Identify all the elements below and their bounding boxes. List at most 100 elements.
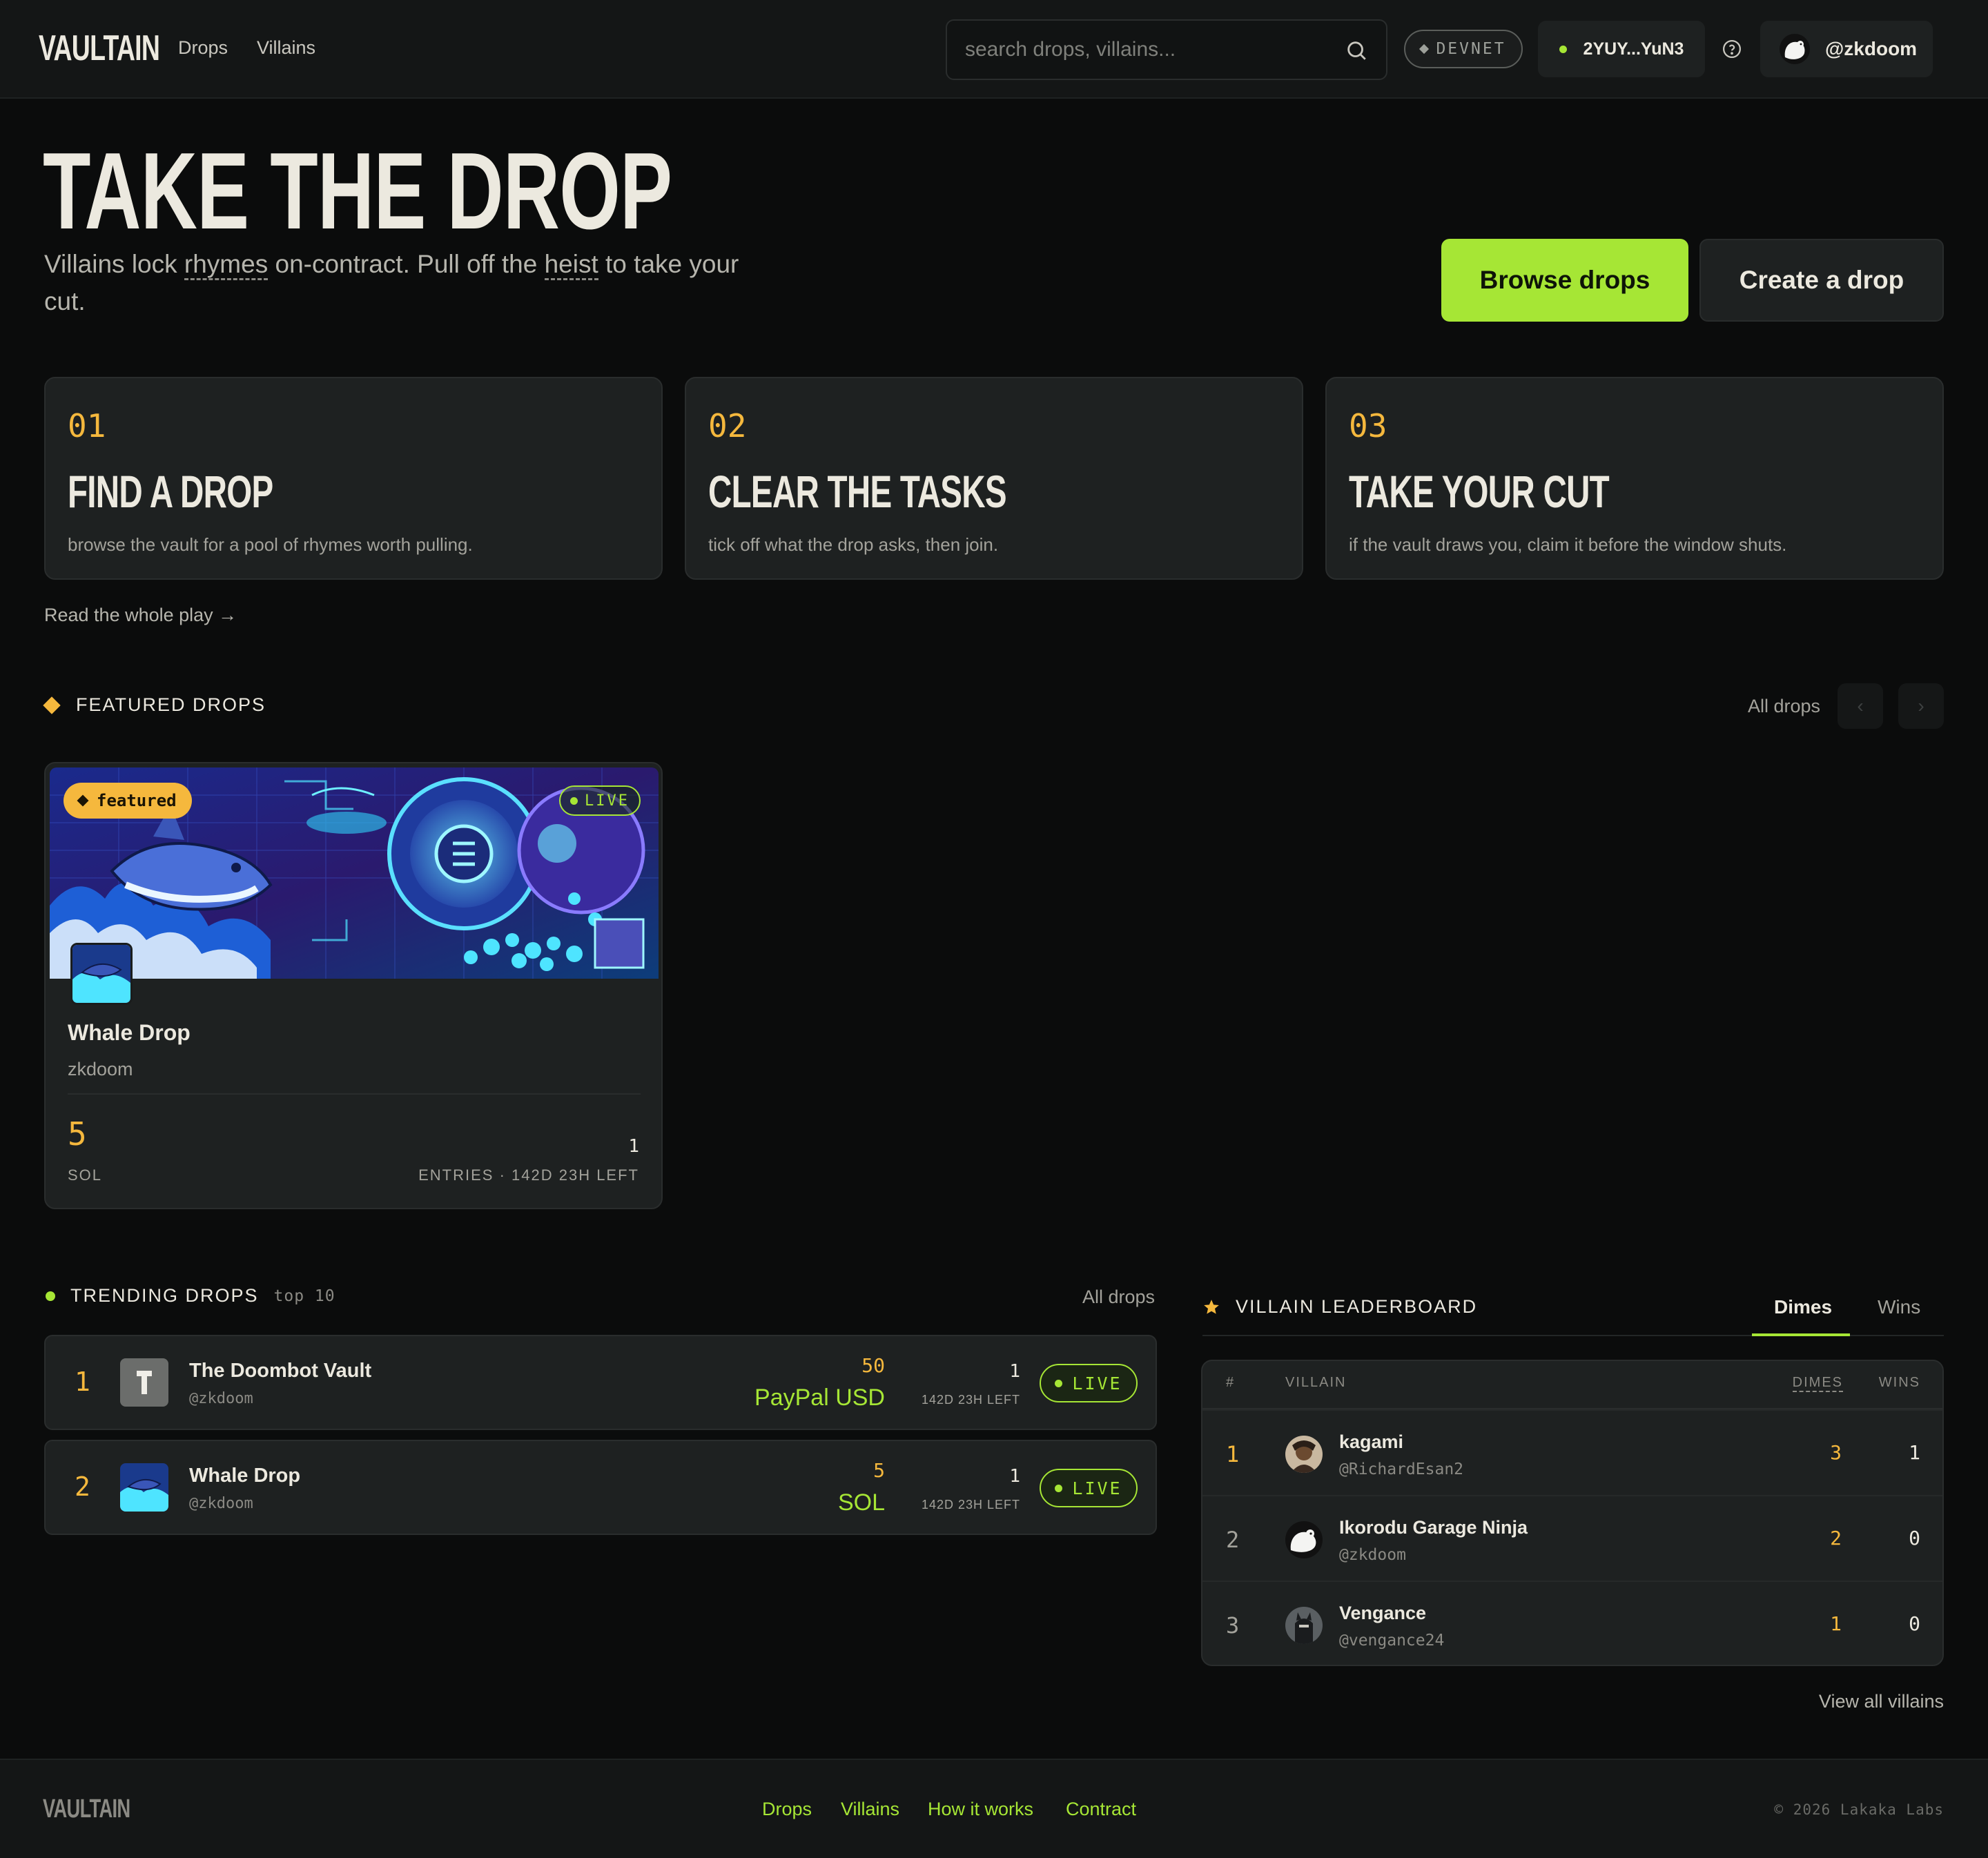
drop-creator[interactable]: zkdoom <box>68 1059 133 1080</box>
username: @zkdoom <box>1825 38 1918 59</box>
prize-currency: PayPal USD <box>754 1385 885 1411</box>
active-tab-indicator <box>1752 1333 1850 1336</box>
user-menu-button[interactable]: @zkdoom <box>1760 21 1933 77</box>
connected-dot-icon <box>1559 45 1567 53</box>
drop-thumbnail <box>120 1463 168 1512</box>
featured-heading: FEATURED DROPS <box>43 694 266 716</box>
step-number: 03 <box>1349 407 1387 444</box>
subtitle-text: Villains lock <box>44 250 184 278</box>
avatar <box>1285 1607 1323 1644</box>
brand-logo[interactable]: VAULTAIN <box>39 28 160 69</box>
column-header-wins: WINS <box>1878 1375 1920 1390</box>
trending-rank: 2 <box>75 1471 90 1502</box>
leaderboard-row[interactable]: 2 Ikorodu Garage Ninja @zkdoom 2 0 <box>1202 1495 1942 1581</box>
time-left: 142D 23H LEFT <box>921 1393 1020 1407</box>
heist-term[interactable]: heist <box>544 250 598 280</box>
tab-wins[interactable]: Wins <box>1878 1296 1920 1318</box>
step-card: 02 CLEAR THE TASKS tick off what the dro… <box>685 377 1303 580</box>
drop-banner-image: featured LIVE <box>50 767 659 979</box>
copyright: © 2026 Lakaka Labs <box>1774 1801 1944 1818</box>
rhymes-term[interactable]: rhymes <box>184 250 269 280</box>
drop-handle: @zkdoom <box>189 1495 253 1512</box>
subtitle-text: on-contract. Pull off the <box>268 250 545 278</box>
live-label: LIVE <box>585 792 630 810</box>
featured-badge: featured <box>64 783 192 819</box>
prize-amount: 5 <box>68 1115 87 1153</box>
search-box <box>946 19 1387 80</box>
prize-currency: SOL <box>837 1489 885 1516</box>
column-header-dimes[interactable]: DIMES <box>1792 1375 1843 1392</box>
step-description: if the vault draws you, claim it before … <box>1349 534 1787 555</box>
villain-handle: @RichardEsan2 <box>1339 1460 1464 1478</box>
trending-heading: TRENDING DROPS top 10 <box>46 1285 335 1307</box>
live-dot-icon <box>46 1291 55 1301</box>
entries-time-left: ENTRIES · 142D 23H LEFT <box>418 1166 639 1184</box>
avatar <box>1285 1521 1323 1558</box>
featured-title: FEATURED DROPS <box>76 694 266 715</box>
footer-link-villains[interactable]: Villains <box>841 1799 899 1820</box>
live-status-badge: LIVE <box>1040 1364 1138 1402</box>
carousel-next-button[interactable]: › <box>1898 683 1944 729</box>
prize-amount: 5 <box>873 1459 885 1482</box>
villain-wins: 1 <box>1909 1441 1920 1464</box>
villain-name: kagami <box>1339 1431 1404 1452</box>
create-drop-button[interactable]: Create a drop <box>1699 239 1944 322</box>
tab-dimes[interactable]: Dimes <box>1774 1296 1832 1318</box>
diamond-icon <box>77 794 89 807</box>
carousel-prev-button[interactable]: ‹ <box>1838 683 1883 729</box>
divider <box>68 1093 641 1095</box>
trending-title: TRENDING DROPS <box>70 1285 259 1306</box>
leaderboard-row[interactable]: 1 kagami @RichardEsan2 3 1 <box>1202 1409 1942 1495</box>
star-icon <box>1204 1299 1219 1314</box>
avatar <box>1780 34 1810 64</box>
footer-logo[interactable]: VAULTAIN <box>43 1795 130 1824</box>
villain-dimes: 2 <box>1830 1527 1842 1549</box>
drop-title[interactable]: Whale Drop <box>68 1020 191 1046</box>
step-title: TAKE YOUR CUT <box>1349 466 1610 517</box>
leaderboard-row[interactable]: 3 Vengance @vengance24 1 0 <box>1202 1581 1942 1665</box>
nav-link-drops[interactable]: Drops <box>178 37 228 59</box>
villain-handle: @zkdoom <box>1339 1546 1406 1564</box>
search-input[interactable] <box>965 21 1338 79</box>
live-label: LIVE <box>1072 1478 1122 1498</box>
footer-link-drops[interactable]: Drops <box>762 1799 812 1820</box>
villain-name: Ikorodu Garage Ninja <box>1339 1517 1528 1538</box>
network-badge: DEVNET <box>1404 30 1523 68</box>
top-bar: VAULTAIN Drops Villains DEVNET 2YUY...Yu… <box>0 0 1988 99</box>
diamond-icon <box>1419 43 1430 55</box>
step-title: CLEAR THE TASKS <box>708 466 1007 517</box>
nav-link-villains[interactable]: Villains <box>257 37 315 59</box>
villain-rank: 3 <box>1226 1612 1240 1639</box>
footer-link-how-it-works[interactable]: How it works <box>928 1799 1033 1820</box>
drop-thumbnail <box>70 943 133 1005</box>
footer-link-contract[interactable]: Contract <box>1066 1799 1136 1820</box>
live-dot-icon <box>1055 1484 1063 1492</box>
browse-drops-button[interactable]: Browse drops <box>1441 239 1688 322</box>
step-card: 01 FIND A DROP browse the vault for a po… <box>44 377 663 580</box>
column-header-villain: VILLAIN <box>1285 1375 1347 1390</box>
hero-title: TAKE THE DROP <box>43 130 672 252</box>
live-status-badge: LIVE <box>1040 1469 1138 1507</box>
step-description: tick off what the drop asks, then join. <box>708 534 999 555</box>
drop-title: The Doombot Vault <box>189 1360 372 1382</box>
prize-amount: 50 <box>861 1354 885 1377</box>
live-dot-icon <box>570 796 578 805</box>
trending-row[interactable]: 1 The Doombot Vault @zkdoom 50 PayPal US… <box>44 1335 1157 1430</box>
time-left: 142D 23H LEFT <box>921 1498 1020 1512</box>
featured-drop-card[interactable]: featured LIVE Whale Drop zkdoom 5 SOL 1 … <box>44 762 663 1209</box>
entries-count: 1 <box>1009 1361 1020 1382</box>
search-icon[interactable] <box>1345 39 1368 62</box>
help-icon[interactable] <box>1722 39 1742 59</box>
prize-currency: SOL <box>68 1166 103 1184</box>
entries-count: 1 <box>628 1136 639 1157</box>
leaderboard-title: VILLAIN LEADERBOARD <box>1236 1296 1478 1317</box>
leaderboard-table: # VILLAIN DIMES WINS 1 kagami @RichardEs… <box>1201 1360 1944 1666</box>
read-play-link[interactable]: Read the whole play → <box>44 605 237 626</box>
trending-all-drops-link[interactable]: All drops <box>1082 1287 1155 1308</box>
view-all-villains-link[interactable]: View all villains <box>1819 1691 1944 1712</box>
drop-handle: @zkdoom <box>189 1390 253 1407</box>
live-dot-icon <box>1055 1379 1063 1387</box>
wallet-button[interactable]: 2YUY...YuN3 <box>1538 21 1705 77</box>
trending-row[interactable]: 2 Whale Drop @zkdoom 5 SOL 1 142D 23H LE… <box>44 1440 1157 1535</box>
featured-all-drops-link[interactable]: All drops <box>1748 696 1820 717</box>
